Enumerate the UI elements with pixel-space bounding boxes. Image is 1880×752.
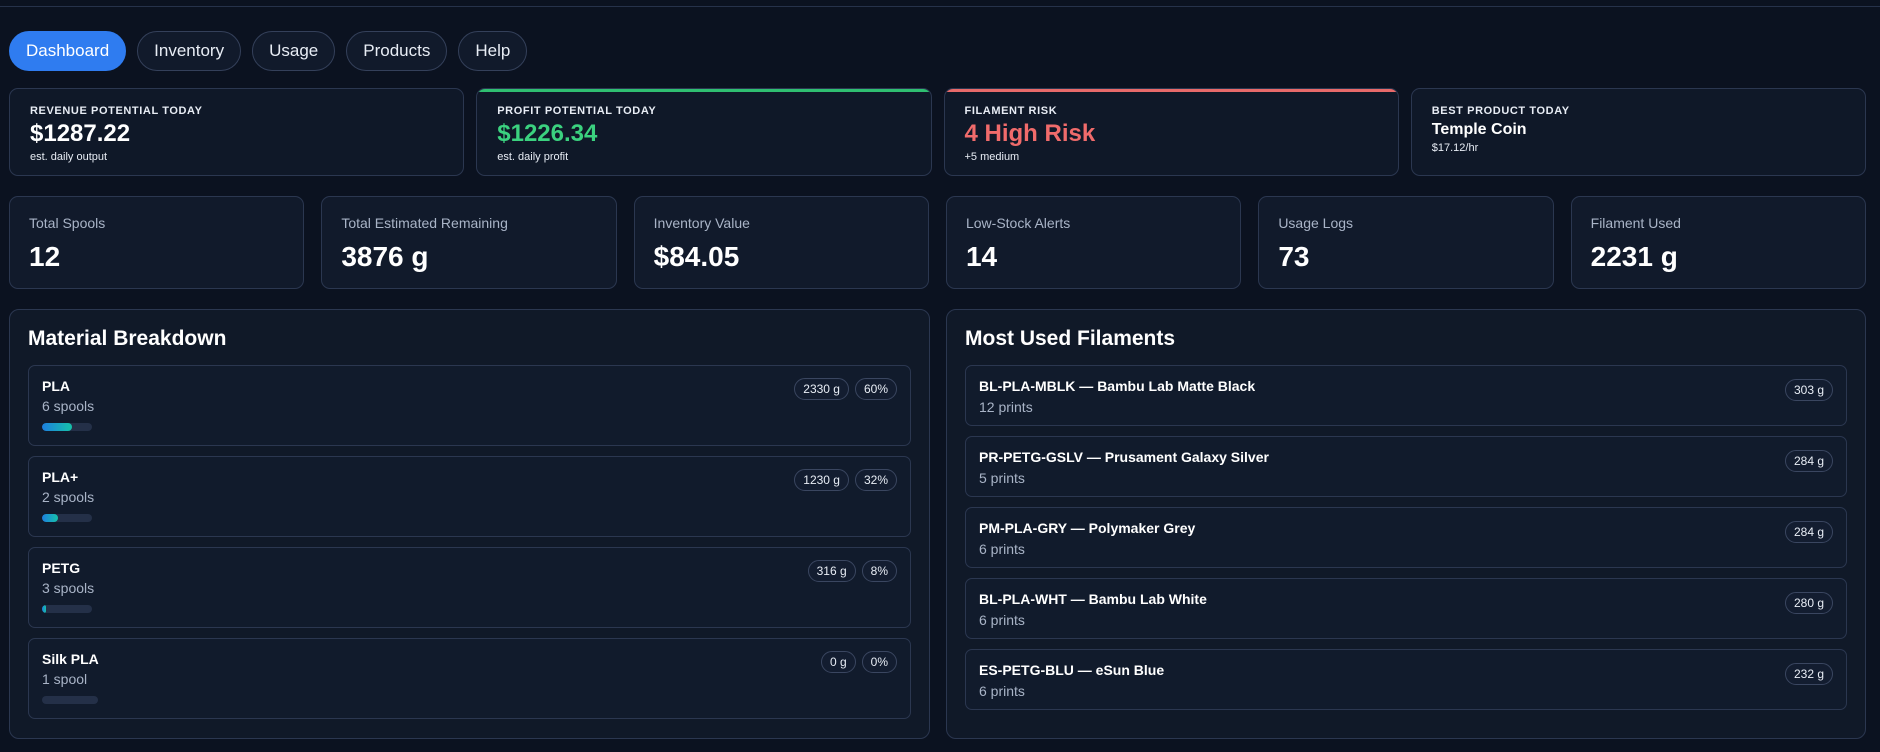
percent-badge: 60% [854,378,897,400]
material-progress-fill [42,423,72,431]
stat-usage-logs: Usage Logs 73 [1258,196,1554,289]
stats-row: Total Spools 12 Total Estimated Remainin… [9,196,1866,289]
stat-filament-used: Filament Used 2231 g [1570,196,1866,289]
kpi-value: 4 High Risk [964,120,1096,147]
stat-label: Filament Used [1590,215,1681,231]
kpi-value: $1287.22 [30,120,131,147]
stat-label: Total Spools [29,215,106,231]
material-name: PLA [42,378,70,394]
percent-badge: 0% [861,651,897,673]
material-item-pla: PLA 6 spools 2330 g 60% [28,365,911,446]
material-spools: 3 spools [42,580,95,596]
stat-label: Usage Logs [1278,215,1354,231]
stat-value: 3876 g [341,241,429,272]
stat-label: Low-Stock Alerts [965,215,1071,231]
filament-prints: 6 prints [979,541,1025,557]
grams-badge: 232 g [1784,663,1833,685]
top-divider [0,6,1880,7]
stat-low-stock-alerts: Low-Stock Alerts 14 [945,196,1242,289]
material-progress-fill [42,605,46,613]
filament-name: PM-PLA-GRY — Polymaker Grey [979,520,1196,536]
nav-usage-button[interactable]: Usage [252,31,336,71]
filament-prints: 5 prints [979,470,1025,486]
stat-value: 14 [965,241,998,272]
nav-products-button[interactable]: Products [346,31,448,71]
grams-badge: 2330 g [794,378,849,400]
material-spools: 6 spools [42,398,95,414]
filament-item: PR-PETG-GSLV — Prusament Galaxy Silver 5… [965,436,1847,497]
material-name: PLA+ [42,469,79,485]
filament-item: BL-PLA-WHT — Bambu Lab White 6 prints 28… [965,578,1847,639]
filament-item: BL-PLA-MBLK — Bambu Lab Matte Black 12 p… [965,365,1847,426]
main-nav: Dashboard Inventory Usage Products Help [9,31,528,71]
most-used-filaments-panel: Most Used Filaments BL-PLA-MBLK — Bambu … [946,309,1866,739]
grams-badge: 284 g [1784,521,1833,543]
stat-label: Inventory Value [653,215,750,231]
grams-badge: 0 g [820,651,856,673]
material-item-silk-pla: Silk PLA 1 spool 0 g 0% [28,638,911,719]
kpi-sub: est. daily output [30,151,108,163]
grams-badge: 303 g [1784,379,1833,401]
filament-name: BL-PLA-WHT — Bambu Lab White [979,591,1207,607]
kpi-sub: +5 medium [964,151,1020,163]
filament-prints: 6 prints [979,612,1025,628]
material-progress-bar [42,605,92,613]
filament-name: PR-PETG-GSLV — Prusament Galaxy Silver [979,449,1269,465]
material-name: Silk PLA [42,651,99,667]
kpi-risk-card: FILAMENT RISK 4 High Risk +5 medium [943,88,1399,176]
stat-total-spools: Total Spools 12 [9,196,305,289]
grams-badge: 284 g [1784,450,1833,472]
material-spools: 2 spools [42,489,95,505]
kpi-sub: est. daily profit [497,151,569,163]
nav-help-button[interactable]: Help [458,31,528,71]
material-item-pla-plus: PLA+ 2 spools 1230 g 32% [28,456,911,537]
filament-name: BL-PLA-MBLK — Bambu Lab Matte Black [979,378,1256,394]
filament-prints: 6 prints [979,683,1025,699]
filament-item: PM-PLA-GRY — Polymaker Grey 6 prints 284… [965,507,1847,568]
material-spools: 1 spool [42,671,88,687]
material-progress-bar [42,423,92,431]
kpi-label: FILAMENT RISK [964,105,1058,117]
kpi-row: REVENUE POTENTIAL TODAY $1287.22 est. da… [9,88,1866,176]
stat-value: $84.05 [653,241,740,272]
stat-value: 73 [1278,241,1310,272]
nav-dashboard-button[interactable]: Dashboard [9,31,127,71]
panel-title: Most Used Filaments [965,327,1176,350]
stat-total-remaining: Total Estimated Remaining 3876 g [321,196,617,289]
kpi-best-product-card: BEST PRODUCT TODAY Temple Coin $17.12/hr [1410,88,1866,176]
material-item-petg: PETG 3 spools 316 g 8% [28,547,911,628]
stat-value: 2231 g [1590,241,1678,272]
filament-prints: 12 prints [979,399,1033,415]
kpi-label: BEST PRODUCT TODAY [1431,105,1570,117]
kpi-profit-card: PROFIT POTENTIAL TODAY $1226.34 est. dai… [476,88,932,176]
percent-badge: 32% [854,469,897,491]
kpi-revenue-card: REVENUE POTENTIAL TODAY $1287.22 est. da… [9,88,465,176]
material-progress-fill [42,514,58,522]
material-progress-bar [42,696,98,704]
grams-badge: 316 g [807,560,856,582]
stat-value: 12 [29,241,61,272]
material-progress-bar [42,514,92,522]
panel-title: Material Breakdown [28,327,227,350]
grams-badge: 1230 g [794,469,849,491]
stat-label: Total Estimated Remaining [341,215,508,231]
kpi-label: PROFIT POTENTIAL TODAY [497,105,657,117]
percent-badge: 8% [861,560,897,582]
stat-inventory-value: Inventory Value $84.05 [633,196,929,289]
kpi-value: Temple Coin [1431,121,1527,138]
nav-inventory-button[interactable]: Inventory [137,31,242,71]
material-name: PETG [42,560,81,576]
material-breakdown-panel: Material Breakdown PLA 6 spools 2330 g 6… [9,309,930,739]
kpi-sub: $17.12/hr [1431,142,1479,154]
grams-badge: 280 g [1784,592,1833,614]
filament-item: ES-PETG-BLU — eSun Blue 6 prints 232 g [965,649,1847,710]
filament-name: ES-PETG-BLU — eSun Blue [979,662,1165,678]
kpi-label: REVENUE POTENTIAL TODAY [30,105,203,117]
kpi-value: $1226.34 [497,120,598,147]
